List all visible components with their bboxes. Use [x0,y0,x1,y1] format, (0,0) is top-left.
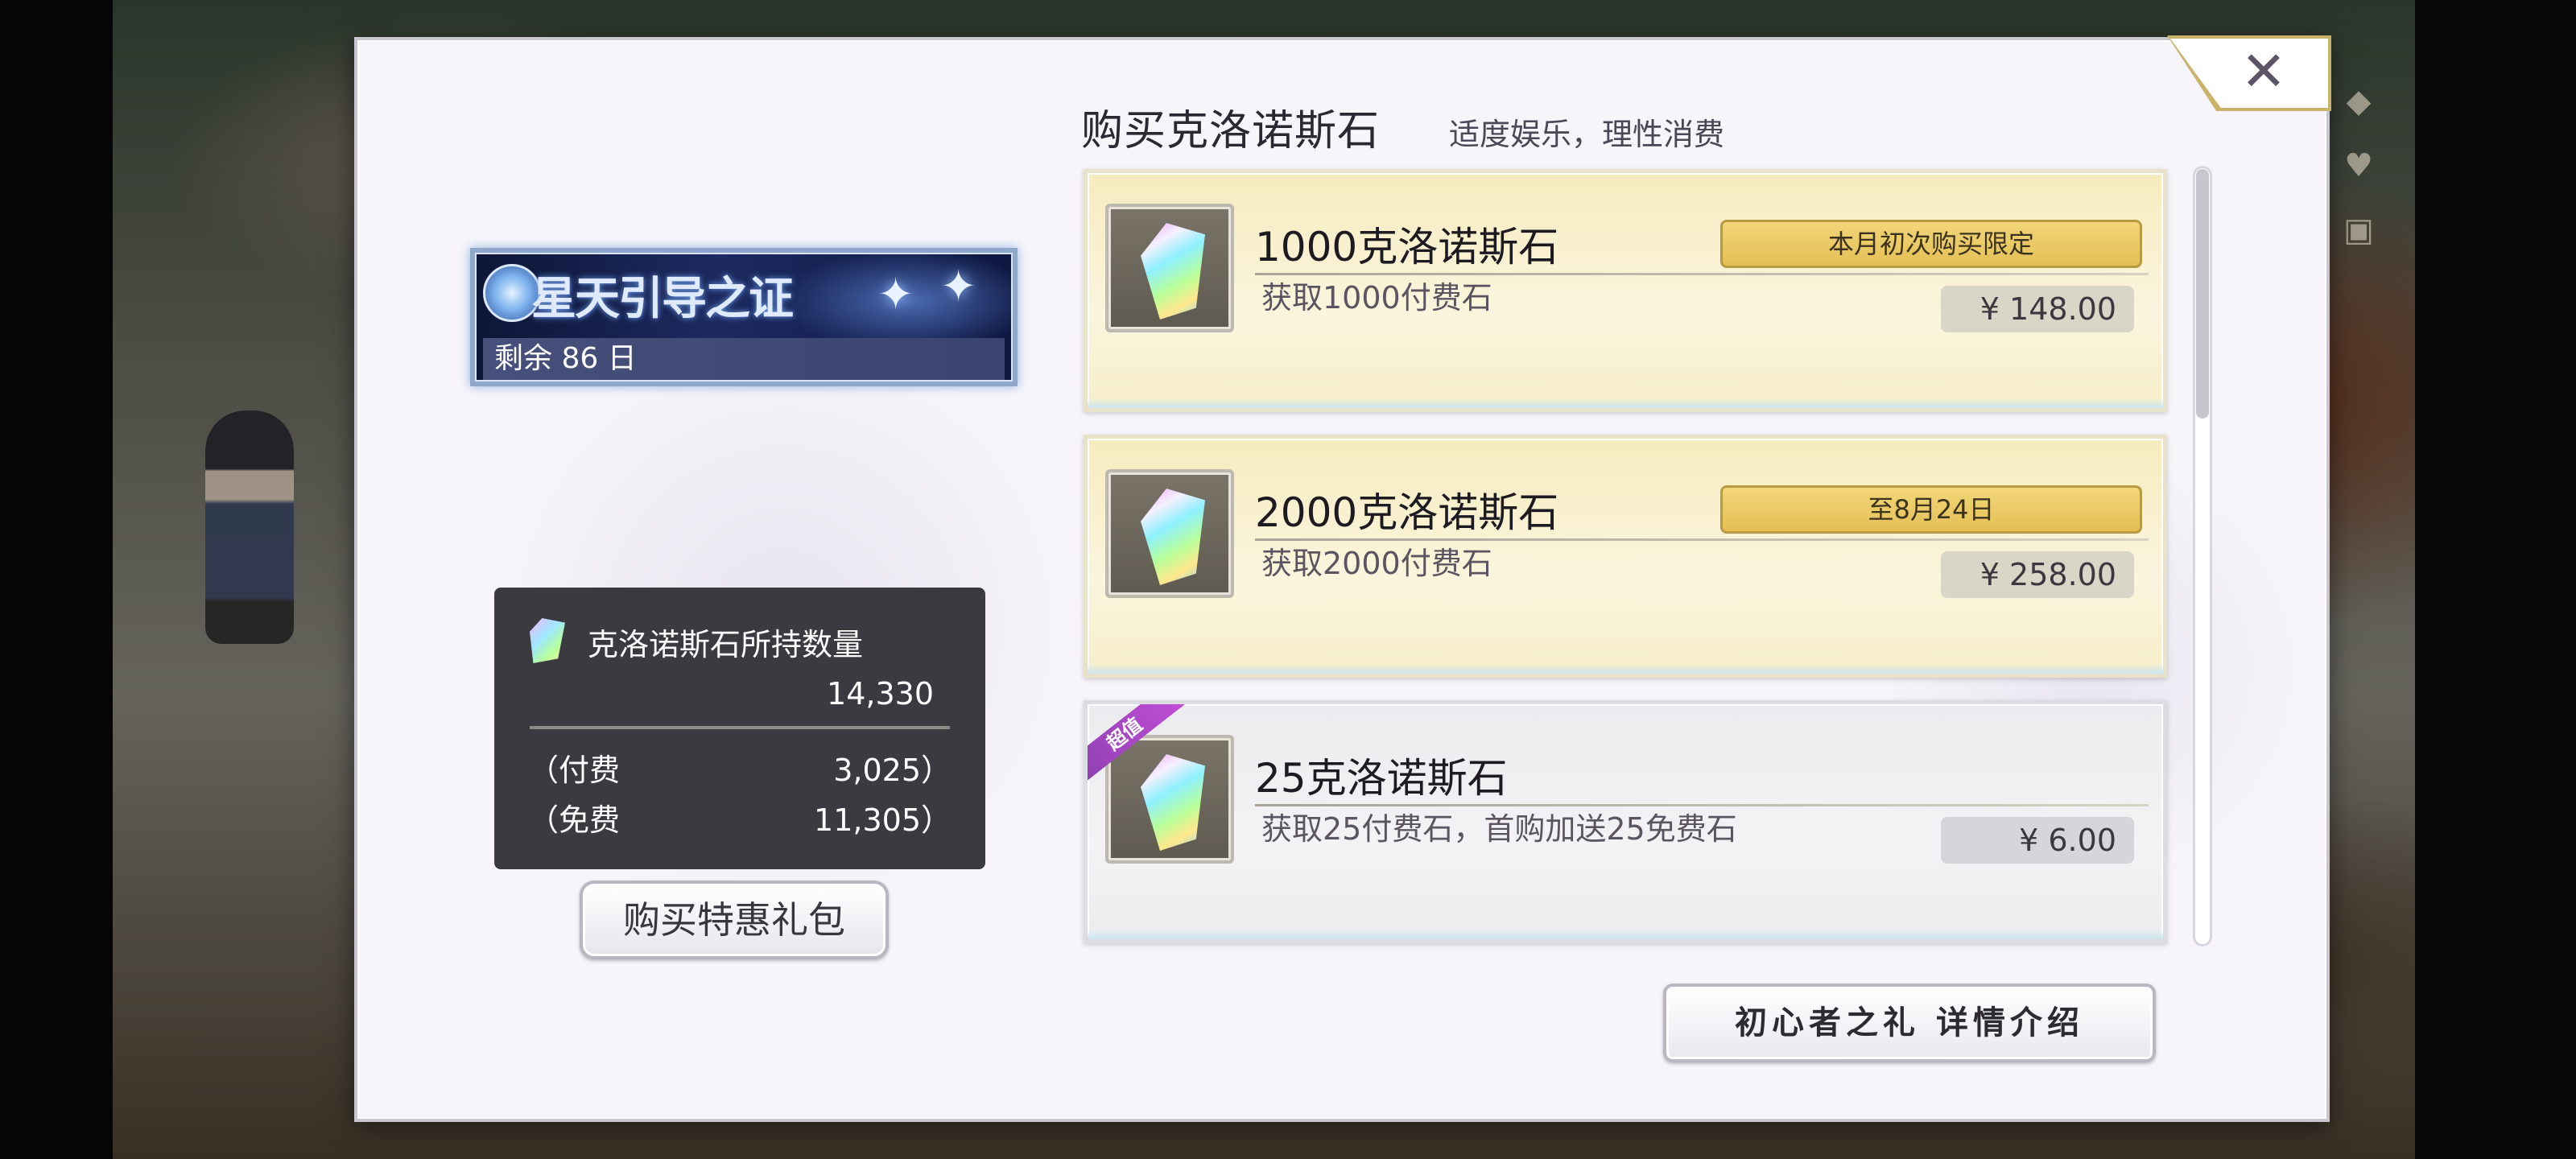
beginner-gift-details-button[interactable]: 初心者之礼 详情介绍 [1663,984,2156,1062]
balance-divider [530,726,950,729]
product-name: 2000克洛诺斯石 [1255,489,1559,536]
chronos-stone-icon [1105,204,1234,332]
chronos-stone-icon [1105,469,1234,598]
scrollbar-thumb[interactable] [2196,169,2209,419]
free-label: （免费 [528,802,621,838]
product-price: ¥ 148.00 [1941,286,2134,332]
sparkle-icon: ✦ [940,261,977,311]
heart-icon: ♥ [2344,147,2373,184]
balance-total: 14,330 [827,676,934,711]
pass-days-remaining: 剩余 86 日 [483,338,1005,380]
paid-label: （付费 [528,753,621,788]
free-value: 11,305） [814,802,952,838]
product-price: ¥ 6.00 [1941,817,2134,864]
product-name: 25克洛诺斯石 [1255,755,1508,802]
card-edge [1088,664,2163,674]
product-card[interactable]: 2000克洛诺斯石 获取2000付费石 至8月24日 ¥ 258.00 [1084,435,2167,678]
star-pass-banner[interactable]: 星天引导之证 ✦ ✦ 剩余 86 日 [470,248,1018,386]
card-edge [1088,398,2163,408]
product-description: 获取1000付费石 [1261,280,1492,316]
balance-label: 克洛诺斯石所持数量 [588,627,864,662]
product-price: ¥ 258.00 [1941,551,2134,598]
purchase-limit-tag: 本月初次购买限定 [1720,220,2142,268]
screen-edge-right [2415,0,2576,1159]
map-pin-icon: ◆ [2346,83,2372,120]
sparkle-icon: ✦ [877,269,914,320]
pass-logo-text: 星天引导之证 [531,272,794,325]
buy-gift-pack-button[interactable]: 购买特惠礼包 [580,881,889,959]
product-card[interactable]: 1000克洛诺斯石 获取1000付费石 本月初次购买限定 ¥ 148.00 [1084,169,2167,412]
close-icon[interactable]: ✕ [2223,40,2304,105]
screen-edge-left [0,0,113,1159]
card-edge [1088,930,2163,939]
product-card[interactable]: 超值 25克洛诺斯石 获取25付费石，首购加送25免费石 ¥ 6.00 [1084,700,2167,943]
chronos-stone-icon [1105,735,1234,864]
purchase-limit-tag: 至8月24日 [1720,485,2142,534]
page-subtitle: 适度娱乐，理性消费 [1449,117,1725,152]
product-name: 1000克洛诺斯石 [1255,224,1559,270]
product-description: 获取2000付费石 [1261,546,1492,581]
product-description: 获取25付费石，首购加送25免费石 [1261,811,1737,847]
chat-icon: ▣ [2343,212,2374,249]
paid-value: 3,025） [833,753,952,788]
chronos-stone-icon [530,618,565,663]
stone-balance-panel: 克洛诺斯石所持数量 14,330 （付费 3,025） （免费 11,305） [494,588,985,869]
page-title: 购买克洛诺斯石 [1081,107,1381,155]
